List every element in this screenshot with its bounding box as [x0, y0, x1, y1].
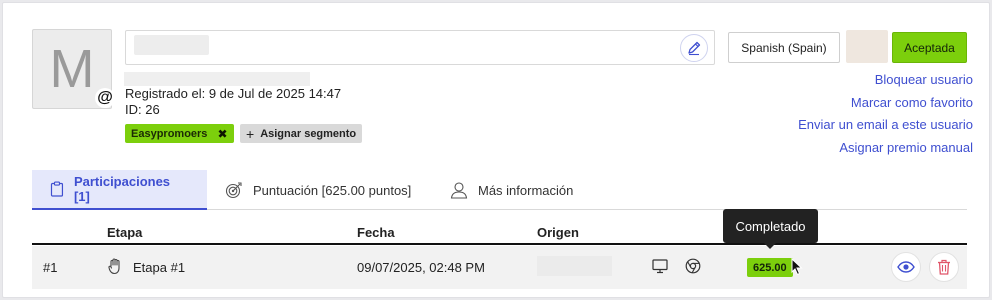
redacted-email — [124, 72, 310, 86]
tab-mas-informacion-label: Más información — [478, 182, 574, 198]
mouse-cursor-icon — [791, 258, 803, 276]
table-header: Etapa Fecha Origen — [32, 222, 967, 245]
header-etapa: Etapa — [107, 225, 143, 240]
row-date: 09/07/2025, 02:48 PM — [357, 260, 485, 275]
pencil-icon — [688, 41, 701, 56]
tab-puntuacion[interactable]: Puntuación [625.00 puntos] — [207, 170, 429, 210]
table-row[interactable]: #1 Etapa #1 09/07/2025, 02:48 PM 625.00 — [32, 246, 967, 289]
chrome-icon — [685, 258, 701, 274]
assign-segment-button[interactable]: + Asignar segmento — [240, 124, 363, 143]
status-accepted-button[interactable]: Aceptada — [892, 32, 967, 63]
segment-tag: Easypromoers ✖ — [125, 124, 234, 143]
clipboard-icon — [50, 181, 64, 197]
tab-mas-informacion[interactable]: Más información — [432, 170, 591, 210]
edit-button[interactable] — [680, 34, 708, 62]
redacted-button[interactable] — [846, 30, 888, 63]
redacted-name — [134, 35, 209, 55]
assign-segment-label: Asignar segmento — [260, 127, 357, 140]
score-badge[interactable]: 625.00 — [747, 258, 793, 277]
avatar-letter: M — [49, 39, 95, 99]
send-email-link[interactable]: Enviar un email a este usuario — [798, 114, 973, 137]
target-icon — [225, 182, 242, 199]
tab-participaciones-label: Participaciones [1] — [73, 174, 171, 204]
participant-card: M @ Registrado el: 9 de Jul de 2025 14:4… — [2, 2, 990, 298]
user-id: ID: 26 — [125, 102, 160, 117]
tab-puntuacion-label: Puntuación [625.00 puntos] — [253, 182, 412, 198]
language-button[interactable]: Spanish (Spain) — [728, 32, 840, 63]
header-fecha: Fecha — [357, 225, 395, 240]
eye-icon — [897, 261, 915, 273]
view-button[interactable] — [891, 252, 921, 282]
trash-icon — [938, 259, 950, 275]
header-origen: Origen — [537, 225, 579, 240]
email-badge-icon: @ — [95, 88, 115, 108]
delete-button[interactable] — [929, 252, 959, 282]
status-tooltip: Completado — [723, 209, 818, 249]
action-links: Bloquear usuario Marcar como favorito En… — [798, 69, 973, 160]
hand-icon — [108, 258, 120, 275]
segment-tag-label: Easypromoers — [131, 127, 208, 140]
mark-favorite-link[interactable]: Marcar como favorito — [798, 92, 973, 115]
plus-icon: + — [246, 125, 255, 142]
row-stage: Etapa #1 — [133, 260, 186, 275]
assign-prize-link[interactable]: Asignar premio manual — [798, 137, 973, 160]
user-icon — [450, 182, 468, 199]
redacted-origin — [537, 256, 612, 276]
block-user-link[interactable]: Bloquear usuario — [798, 69, 973, 92]
remove-segment-icon[interactable]: ✖ — [217, 127, 227, 141]
tab-participaciones[interactable]: Participaciones [1] — [32, 170, 207, 210]
name-field[interactable] — [125, 30, 715, 65]
registered-date: Registrado el: 9 de Jul de 2025 14:47 — [125, 86, 342, 101]
desktop-icon — [652, 259, 668, 274]
tabs: Participaciones [1] Puntuación [625.00 p… — [32, 170, 967, 210]
row-number: #1 — [43, 260, 58, 275]
